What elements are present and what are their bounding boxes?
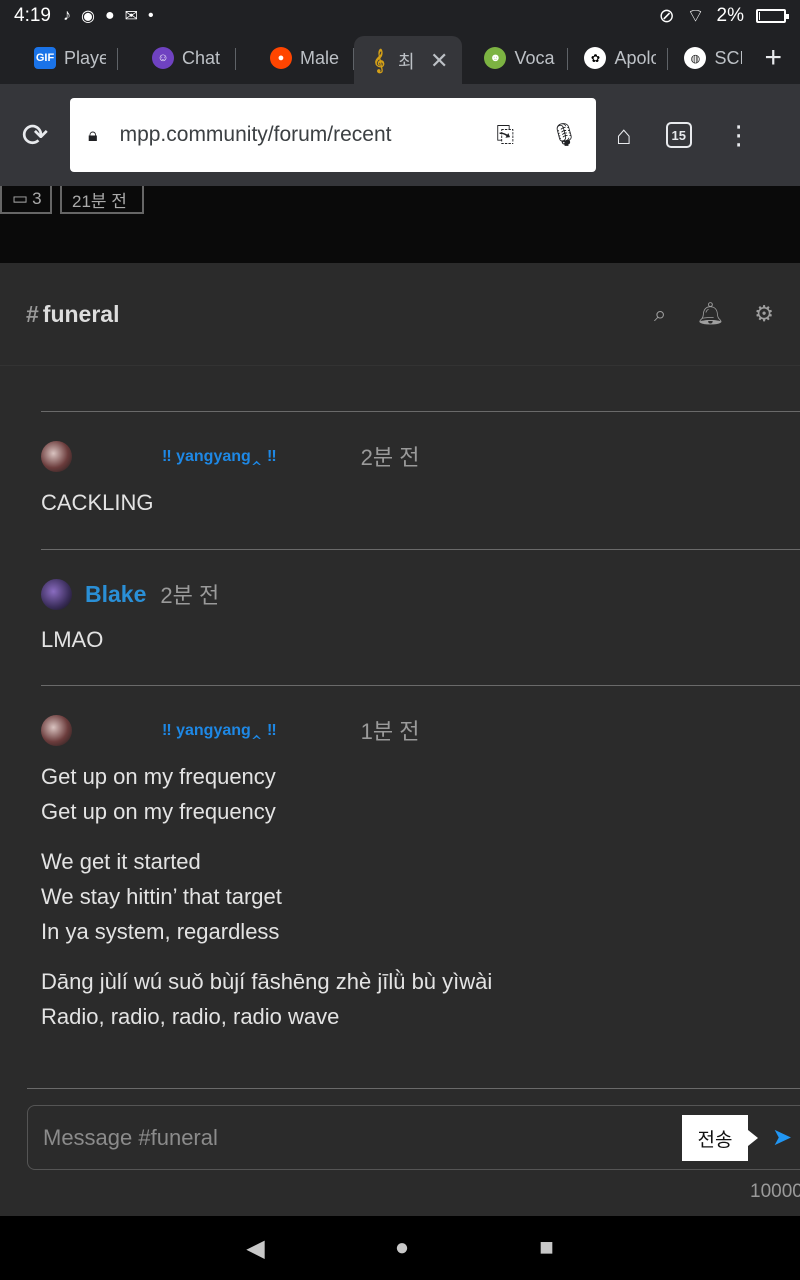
tab-scp[interactable]: ◍ SCP — [668, 36, 754, 80]
url-text[interactable]: mpp.community/forum/recent — [120, 123, 477, 147]
openai-icon: ✿ — [584, 47, 607, 69]
gif-icon: GIF — [34, 47, 56, 69]
tab-label: Male — [300, 47, 340, 68]
tab-label: 최 — [398, 52, 415, 72]
no-sim-icon: ⊘ — [658, 5, 675, 27]
message-time: 2분 전 — [160, 583, 220, 608]
message-line: In ya system, regardless — [41, 919, 280, 944]
tab-label: Apolo — [614, 47, 657, 68]
comment-icon: ▭ — [12, 189, 29, 208]
status-time: 4:19 — [14, 5, 51, 26]
bookmark-icon[interactable]: ⎘ — [496, 122, 514, 148]
char-counter: 10000 — [750, 1181, 800, 1202]
address-bar[interactable]: 🔒︎ mpp.community/forum/recent ⎘ 🎙︎ — [70, 98, 596, 172]
more-menu-icon[interactable]: ⋮ — [726, 120, 752, 151]
tab-label: Playe — [64, 47, 106, 68]
home-circle-icon[interactable]: ● — [395, 1234, 410, 1262]
chat-bubble-icon: ● — [104, 7, 115, 24]
globe-icon: ◍ — [684, 47, 707, 69]
tab-reddit[interactable]: ● Male — [236, 36, 354, 80]
tiktok-icon: ♪ — [62, 7, 71, 24]
message-line: Radio, radio, radio, radio wave — [41, 1004, 340, 1029]
message-paragraph: Dāng jùlí wú suǒ bùjí fāshēng zhè jīlǜ b… — [41, 964, 800, 1034]
timestamp-chip: 21분 전 — [60, 186, 144, 214]
send-icon[interactable]: ➤ — [772, 1123, 792, 1152]
status-bar: 4:19 ♪ ◉ ● ✉ • ⊘ ⌔ 2% — [0, 0, 800, 32]
chat-app-icon: ☺ — [152, 47, 174, 69]
music-note-icon: 𝄞 — [373, 49, 385, 72]
message-time: 2분 전 — [360, 445, 420, 470]
tab-switcher-button[interactable]: 15 — [665, 122, 692, 148]
tab-apolo[interactable]: ✿ Apolo — [568, 36, 669, 80]
message-paragraph: We get it started We stay hittin’ that t… — [41, 844, 800, 949]
system-nav-bar: ◀ ● ■ — [0, 1216, 800, 1280]
tab-player[interactable]: GIF Playe — [0, 36, 118, 80]
tab-label: Chat — [182, 47, 221, 68]
message-input-placeholder: Message #funeral — [43, 1124, 218, 1150]
message-author[interactable]: ‼ yangyang‸ ‼ — [162, 720, 277, 740]
message: ‼ yangyang‸ ‼ 1분 전 Get up on my frequenc… — [41, 685, 800, 1034]
message: ‼ yangyang‸ ‼ 2분 전 CACKLING — [41, 411, 800, 549]
tab-label: Voca — [514, 47, 555, 68]
message: Blake 2분 전 LMAO — [41, 549, 800, 685]
wifi-icon: ⌔ — [686, 6, 705, 27]
message-line: We get it started — [41, 849, 201, 874]
forum-background: ▭ 3 21분 전 — [0, 186, 800, 264]
close-tab-icon[interactable]: ✕ — [430, 48, 448, 74]
tab-chat[interactable]: ☺ Chat — [118, 36, 236, 80]
bell-icon[interactable]: 🔔︎ — [696, 301, 724, 327]
browser-tab-strip: GIF Playe ☺ Chat ● Male 𝄞 최 ✕ ☻ Voca ✿ A… — [0, 32, 800, 84]
microphone-icon[interactable]: 🎙︎ — [550, 122, 578, 148]
chat-panel: # funeral ⌕ 🔔︎ ⚙ ‼ yangyang‸ ‼ 2분 전 CACKL… — [0, 263, 800, 1216]
message-time: 1분 전 — [360, 719, 420, 744]
dot-icon: • — [148, 7, 154, 24]
hash-icon: # — [26, 300, 39, 327]
message-line: Get up on my frequency — [41, 764, 276, 789]
message-author[interactable]: Blake — [85, 581, 146, 608]
reload-icon[interactable]: ⟳ — [0, 116, 70, 154]
tab-label: SCP — [714, 47, 742, 68]
send-tooltip: 전송 — [682, 1115, 758, 1161]
battery-percent: 2% — [716, 5, 744, 26]
message-paragraph: Get up on my frequency Get up on my freq… — [41, 759, 800, 829]
message-line: Dāng jùlí wú suǒ bùjí fāshēng zhè jīlǜ b… — [41, 969, 493, 994]
battery-icon — [756, 9, 789, 23]
comment-count-chip: ▭ 3 — [0, 186, 52, 214]
battery-fill — [759, 12, 760, 20]
message-line: We stay hittin’ that target — [41, 884, 282, 909]
reddit-icon: ● — [270, 47, 292, 69]
record-icon: ◉ — [80, 8, 95, 25]
new-tab-plus-icon[interactable]: + — [754, 41, 782, 75]
composer-divider — [27, 1088, 800, 1089]
browser-toolbar: ⟳ 🔒︎ mpp.community/forum/recent ⎘ 🎙︎ ⌂ 1… — [0, 84, 800, 186]
tab-active[interactable]: 𝄞 최 ✕ — [354, 36, 463, 84]
lock-icon: 🔒︎ — [88, 124, 98, 145]
message-list: ‼ yangyang‸ ‼ 2분 전 CACKLING Blake 2분 전 L… — [0, 411, 800, 1049]
mail-icon: ✉ — [124, 8, 139, 25]
message-author[interactable]: ‼ yangyang‸ ‼ — [162, 446, 277, 466]
tab-voca[interactable]: ☻ Voca — [462, 36, 569, 80]
voca-icon: ☻ — [484, 47, 507, 69]
channel-header: # funeral ⌕ 🔔︎ ⚙ — [0, 263, 800, 366]
back-icon[interactable]: ◀ — [246, 1234, 264, 1263]
message-line: Get up on my frequency — [41, 799, 276, 824]
message-text: LMAO — [41, 627, 104, 652]
search-icon[interactable]: ⌕ — [654, 301, 666, 327]
avatar[interactable] — [41, 714, 72, 746]
avatar[interactable] — [41, 578, 72, 610]
home-icon[interactable]: ⌂ — [616, 120, 632, 151]
message-text: CACKLING — [41, 490, 154, 515]
gear-icon[interactable]: ⚙ — [754, 301, 774, 327]
channel-title: # funeral — [26, 300, 120, 327]
avatar[interactable] — [41, 440, 72, 472]
recents-icon[interactable]: ■ — [539, 1234, 554, 1262]
